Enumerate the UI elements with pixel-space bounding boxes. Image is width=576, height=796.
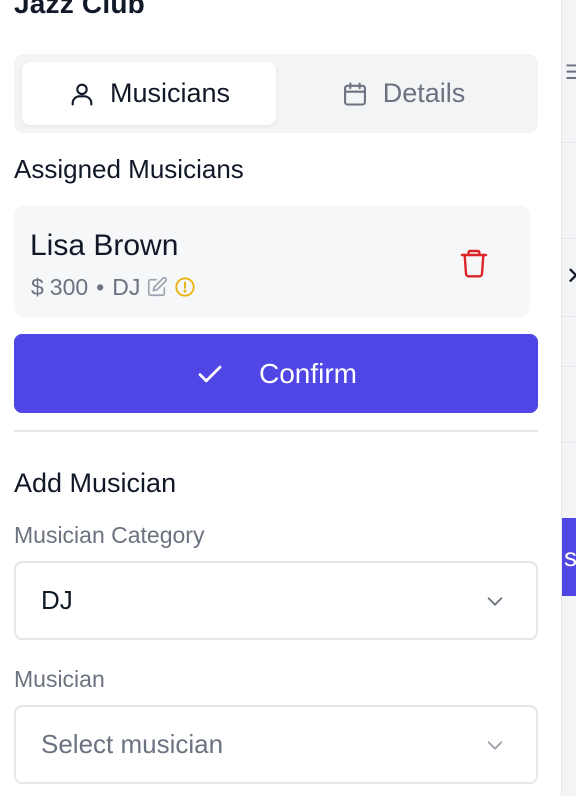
musician-category-value: DJ [41,585,73,615]
musician-name: Lisa Brown [30,229,179,262]
panel-title: Jazz Club [14,0,145,19]
check-icon [198,365,222,382]
musician-select[interactable]: Select musician [14,705,538,784]
confirm-button[interactable]: Confirm [14,334,538,413]
tab-details[interactable]: Details [276,62,530,125]
side-panel: Jazz Club Musicians Details Assigned Mus… [0,0,561,796]
filter-icon: ☰ [565,60,576,84]
assigned-musicians-heading: Assigned Musicians [14,154,244,184]
user-icon [71,83,93,106]
background-page: ☰ ✕ s [561,0,576,796]
musician-category-select[interactable]: DJ [14,561,538,640]
assigned-musician-card: Lisa Brown $ 300 • DJ [14,206,530,317]
musician-fee: 300 [49,273,89,300]
tab-musicians[interactable]: Musicians [22,62,276,125]
musician-category: DJ [112,273,141,300]
chevron-down-icon [487,597,503,606]
tab-bar: Musicians Details [14,54,538,133]
page: ☰ ✕ s Jazz Club Musicians Detail [0,0,576,796]
divider [14,430,538,432]
add-musician-heading: Add Musician [14,468,177,498]
warning-circle-icon[interactable] [174,276,196,298]
currency-symbol: $ [31,273,44,300]
edit-icon[interactable] [146,276,168,298]
close-icon[interactable]: ✕ [566,262,576,290]
trash-icon[interactable] [458,246,490,280]
separator: • [96,273,105,300]
musician-category-label: Musician Category [14,522,205,548]
tab-musicians-label: Musicians [109,78,231,108]
background-button[interactable]: s [562,518,576,596]
musician-placeholder: Select musician [41,729,224,759]
tab-details-label: Details [382,78,466,108]
confirm-label: Confirm [258,357,357,389]
calendar-icon [343,81,366,106]
musician-meta: $ 300 • DJ [31,273,196,301]
musician-label: Musician [14,666,105,692]
chevron-down-icon [487,741,503,750]
